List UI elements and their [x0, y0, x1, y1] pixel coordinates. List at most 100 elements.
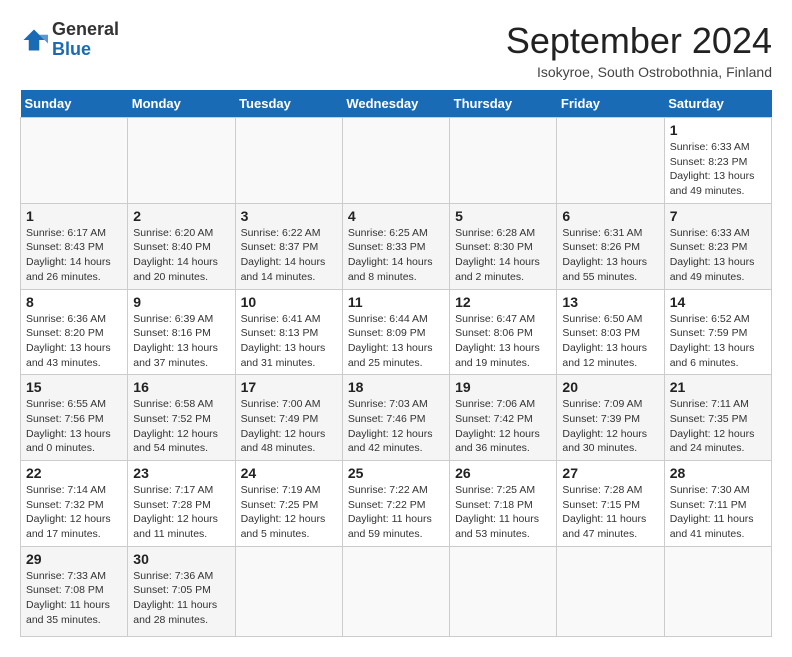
day-number: 7 [670, 208, 766, 224]
calendar-cell [557, 118, 664, 204]
day-number: 12 [455, 294, 551, 310]
calendar-cell: 16 Sunrise: 6:58 AMSunset: 7:52 PMDayligh… [128, 375, 235, 461]
day-info: Sunrise: 6:36 AMSunset: 8:20 PMDaylight:… [26, 313, 111, 369]
day-number: 15 [26, 379, 122, 395]
weekday-header: Saturday [664, 90, 771, 118]
day-number: 10 [241, 294, 337, 310]
calendar-cell [128, 118, 235, 204]
day-info: Sunrise: 7:33 AMSunset: 7:08 PMDaylight:… [26, 570, 110, 626]
day-number: 3 [241, 208, 337, 224]
day-info: Sunrise: 6:41 AMSunset: 8:13 PMDaylight:… [241, 313, 326, 369]
day-info: Sunrise: 7:19 AMSunset: 7:25 PMDaylight:… [241, 484, 326, 540]
day-number: 4 [348, 208, 444, 224]
day-info: Sunrise: 6:17 AMSunset: 8:43 PMDaylight:… [26, 227, 111, 283]
day-number: 23 [133, 465, 229, 481]
day-number: 1 [670, 122, 766, 138]
calendar-cell: 21 Sunrise: 7:11 AMSunset: 7:35 PMDayligh… [664, 375, 771, 461]
calendar-cell: 2Sunrise: 6:20 AMSunset: 8:40 PMDaylight… [128, 203, 235, 289]
day-number: 11 [348, 294, 444, 310]
calendar-week-row: 1 Sunrise: 6:33 AMSunset: 8:23 PMDaylight… [21, 118, 772, 204]
day-number: 26 [455, 465, 551, 481]
weekday-header-row: SundayMondayTuesdayWednesdayThursdayFrid… [21, 90, 772, 118]
day-info: Sunrise: 6:31 AMSunset: 8:26 PMDaylight:… [562, 227, 647, 283]
calendar-title: September 2024 [506, 20, 772, 62]
day-number: 5 [455, 208, 551, 224]
calendar-cell [342, 118, 449, 204]
page-header: General Blue September 2024 Isokyroe, So… [20, 20, 772, 80]
calendar-cell: 22 Sunrise: 7:14 AMSunset: 7:32 PMDayligh… [21, 461, 128, 547]
calendar-cell [342, 546, 449, 636]
day-info: Sunrise: 6:47 AMSunset: 8:06 PMDaylight:… [455, 313, 540, 369]
day-info: Sunrise: 6:39 AMSunset: 8:16 PMDaylight:… [133, 313, 218, 369]
day-number: 8 [26, 294, 122, 310]
day-number: 18 [348, 379, 444, 395]
calendar-cell: 14 Sunrise: 6:52 AMSunset: 7:59 PMDayligh… [664, 289, 771, 375]
day-info: Sunrise: 7:28 AMSunset: 7:15 PMDaylight:… [562, 484, 646, 540]
title-section: September 2024 Isokyroe, South Ostroboth… [506, 20, 772, 80]
calendar-cell: 12 Sunrise: 6:47 AMSunset: 8:06 PMDayligh… [450, 289, 557, 375]
calendar-cell: 19 Sunrise: 7:06 AMSunset: 7:42 PMDayligh… [450, 375, 557, 461]
day-info: Sunrise: 7:22 AMSunset: 7:22 PMDaylight:… [348, 484, 432, 540]
calendar-table: SundayMondayTuesdayWednesdayThursdayFrid… [20, 90, 772, 637]
calendar-cell: 8 Sunrise: 6:36 AMSunset: 8:20 PMDaylight… [21, 289, 128, 375]
day-number: 16 [133, 379, 229, 395]
calendar-cell: 23 Sunrise: 7:17 AMSunset: 7:28 PMDayligh… [128, 461, 235, 547]
calendar-cell [21, 118, 128, 204]
day-info: Sunrise: 7:30 AMSunset: 7:11 PMDaylight:… [670, 484, 754, 540]
calendar-cell [235, 546, 342, 636]
logo: General Blue [20, 20, 119, 60]
weekday-header: Tuesday [235, 90, 342, 118]
calendar-cell: 15 Sunrise: 6:55 AMSunset: 7:56 PMDayligh… [21, 375, 128, 461]
day-number: 2 [133, 208, 229, 224]
calendar-cell: 29 Sunrise: 7:33 AMSunset: 7:08 PMDayligh… [21, 546, 128, 636]
day-number: 25 [348, 465, 444, 481]
day-number: 1 [26, 208, 122, 224]
day-info: Sunrise: 7:06 AMSunset: 7:42 PMDaylight:… [455, 398, 540, 454]
day-info: Sunrise: 6:28 AMSunset: 8:30 PMDaylight:… [455, 227, 540, 283]
calendar-cell: 25 Sunrise: 7:22 AMSunset: 7:22 PMDayligh… [342, 461, 449, 547]
day-number: 22 [26, 465, 122, 481]
day-number: 28 [670, 465, 766, 481]
day-info: Sunrise: 7:14 AMSunset: 7:32 PMDaylight:… [26, 484, 111, 540]
calendar-cell [235, 118, 342, 204]
calendar-week-row: 22 Sunrise: 7:14 AMSunset: 7:32 PMDayligh… [21, 461, 772, 547]
day-info: Sunrise: 7:03 AMSunset: 7:46 PMDaylight:… [348, 398, 433, 454]
day-info: Sunrise: 6:55 AMSunset: 7:56 PMDaylight:… [26, 398, 111, 454]
day-number: 29 [26, 551, 122, 567]
day-info: Sunrise: 6:58 AMSunset: 7:52 PMDaylight:… [133, 398, 218, 454]
calendar-cell: 20Sunrise: 7:09 AMSunset: 7:39 PMDayligh… [557, 375, 664, 461]
day-info: Sunrise: 7:36 AMSunset: 7:05 PMDaylight:… [133, 570, 217, 626]
day-info: Sunrise: 7:17 AMSunset: 7:28 PMDaylight:… [133, 484, 218, 540]
calendar-cell: 4 Sunrise: 6:25 AMSunset: 8:33 PMDaylight… [342, 203, 449, 289]
logo-icon [20, 26, 48, 54]
calendar-cell: 6 Sunrise: 6:31 AMSunset: 8:26 PMDaylight… [557, 203, 664, 289]
weekday-header: Friday [557, 90, 664, 118]
calendar-cell: 27Sunrise: 7:28 AMSunset: 7:15 PMDayligh… [557, 461, 664, 547]
day-number: 6 [562, 208, 658, 224]
day-number: 21 [670, 379, 766, 395]
day-number: 14 [670, 294, 766, 310]
calendar-cell: 24 Sunrise: 7:19 AMSunset: 7:25 PMDayligh… [235, 461, 342, 547]
day-number: 30 [133, 551, 229, 567]
day-number: 17 [241, 379, 337, 395]
calendar-cell [664, 546, 771, 636]
day-number: 20 [562, 379, 658, 395]
calendar-cell: 28 Sunrise: 7:30 AMSunset: 7:11 PMDayligh… [664, 461, 771, 547]
calendar-cell: 10 Sunrise: 6:41 AMSunset: 8:13 PMDayligh… [235, 289, 342, 375]
day-info: Sunrise: 6:50 AMSunset: 8:03 PMDaylight:… [562, 313, 647, 369]
day-number: 19 [455, 379, 551, 395]
calendar-week-row: 15 Sunrise: 6:55 AMSunset: 7:56 PMDayligh… [21, 375, 772, 461]
day-number: 13 [562, 294, 658, 310]
day-info: Sunrise: 6:52 AMSunset: 7:59 PMDaylight:… [670, 313, 755, 369]
calendar-cell: 18 Sunrise: 7:03 AMSunset: 7:46 PMDayligh… [342, 375, 449, 461]
calendar-cell: 9 Sunrise: 6:39 AMSunset: 8:16 PMDaylight… [128, 289, 235, 375]
weekday-header: Wednesday [342, 90, 449, 118]
day-info: Sunrise: 6:33 AMSunset: 8:23 PMDaylight:… [670, 141, 755, 197]
calendar-cell [557, 546, 664, 636]
day-number: 9 [133, 294, 229, 310]
day-number: 24 [241, 465, 337, 481]
calendar-cell: 1 Sunrise: 6:33 AMSunset: 8:23 PMDaylight… [664, 118, 771, 204]
day-info: Sunrise: 7:11 AMSunset: 7:35 PMDaylight:… [670, 398, 755, 454]
day-info: Sunrise: 6:25 AMSunset: 8:33 PMDaylight:… [348, 227, 433, 283]
weekday-header: Sunday [21, 90, 128, 118]
